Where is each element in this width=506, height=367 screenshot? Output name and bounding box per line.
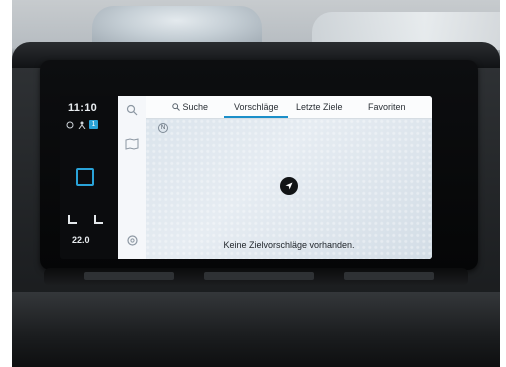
- seat-right-icon[interactable]: [92, 214, 106, 226]
- tab-label: Letzte Ziele: [296, 102, 343, 112]
- tab-label: Suche: [182, 102, 209, 112]
- vehicle-position-icon: [280, 177, 298, 195]
- compass-icon[interactable]: N: [158, 123, 168, 133]
- no-suggestions-message: Keine Zielvorschläge vorhanden.: [223, 240, 355, 250]
- status-strip: 11:10 1 22.0: [60, 96, 118, 259]
- temperature-readout[interactable]: 22.0: [72, 235, 90, 245]
- nav-tabs: Suche Vorschläge Letzte Ziele Favoriten: [146, 96, 432, 119]
- nav-side-menu: [118, 96, 147, 259]
- search-icon[interactable]: [124, 102, 140, 118]
- seat-heating-controls: [66, 214, 106, 226]
- navigation-panel: Suche Vorschläge Letzte Ziele Favoriten …: [118, 96, 432, 259]
- tab-favoriten[interactable]: Favoriten: [368, 102, 406, 112]
- person-icon: [77, 120, 86, 129]
- map-view[interactable]: N Keine Zielvorschläge vorhanden.: [146, 119, 432, 259]
- clock: 11:10: [68, 102, 98, 114]
- tab-letzte-ziele[interactable]: Letzte Ziele: [296, 102, 343, 112]
- tab-label: Favoriten: [368, 102, 406, 112]
- car-photo: 11:10 1 22.0 Suche Vorschläge Letzte Zie…: [12, 0, 500, 367]
- tab-vorschlaege[interactable]: Vorschläge: [234, 102, 279, 112]
- map-icon[interactable]: [124, 136, 140, 152]
- status-icons: 1: [65, 120, 98, 129]
- settings-icon[interactable]: [124, 232, 140, 248]
- search-icon: [172, 103, 180, 111]
- phone-icon: [65, 120, 74, 129]
- dashboard-lower: [12, 292, 500, 367]
- tab-suche[interactable]: Suche: [172, 102, 208, 112]
- seat-left-icon[interactable]: [66, 214, 80, 226]
- infotainment-screen: 11:10 1 22.0 Suche Vorschläge Letzte Zie…: [60, 96, 432, 259]
- active-tab-indicator: [224, 116, 288, 118]
- vent-slot: [84, 272, 174, 280]
- notification-icon[interactable]: 1: [89, 120, 98, 129]
- tab-label: Vorschläge: [234, 102, 279, 112]
- vent-slot: [204, 272, 314, 280]
- vent-slot: [344, 272, 434, 280]
- air-vent: [44, 268, 468, 286]
- home-button[interactable]: [76, 168, 94, 186]
